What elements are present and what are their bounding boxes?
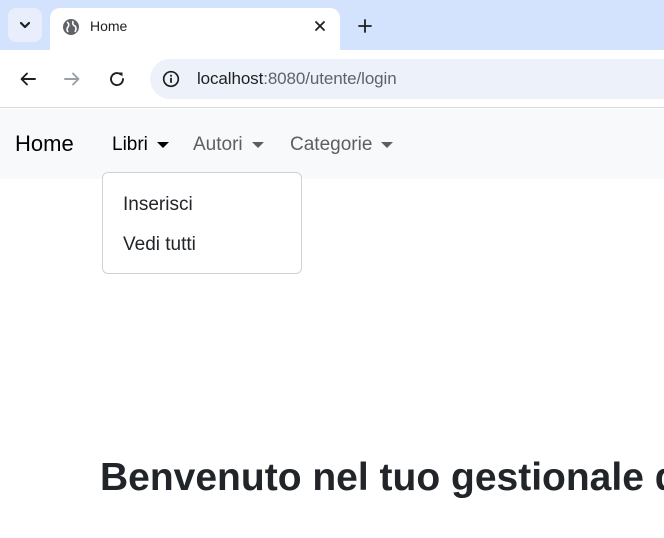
- site-info-button[interactable]: [160, 68, 182, 90]
- nav-dropdown-categorie[interactable]: Categorie: [290, 134, 394, 156]
- address-bar[interactable]: localhost:8080/utente/login: [150, 59, 664, 99]
- url-text[interactable]: localhost:8080/utente/login: [197, 69, 397, 89]
- close-icon: [315, 21, 325, 31]
- chevron-down-icon: [19, 21, 31, 29]
- nav-label-categorie: Categorie: [290, 134, 373, 155]
- info-icon: [162, 70, 180, 88]
- libri-dropdown-menu: Inserisci Vedi tutti: [102, 172, 302, 274]
- site-navbar: Home Libri Autori Categorie: [0, 109, 664, 179]
- browser-tab[interactable]: Home: [50, 8, 340, 50]
- tab-title: Home: [90, 18, 128, 34]
- plus-icon: [358, 19, 372, 33]
- nav-label-libri: Libri: [112, 134, 148, 155]
- url-host: localhost: [197, 69, 264, 88]
- new-tab-button[interactable]: [352, 13, 378, 39]
- tab-search-button[interactable]: [8, 8, 42, 42]
- reload-icon: [110, 72, 124, 86]
- url-path: :8080/utente/login: [263, 69, 397, 88]
- tab-close-button[interactable]: [312, 18, 328, 34]
- arrow-right-icon: [64, 72, 80, 86]
- forward-button[interactable]: [60, 67, 84, 91]
- welcome-heading: Benvenuto nel tuo gestionale d: [100, 456, 664, 499]
- nav-dropdown-libri[interactable]: Libri: [112, 134, 169, 156]
- globe-icon: [63, 19, 79, 35]
- reload-button[interactable]: [105, 67, 129, 91]
- dropdown-item-vedi-tutti[interactable]: Vedi tutti: [123, 234, 196, 256]
- nav-dropdown-autori[interactable]: Autori: [193, 134, 264, 156]
- caret-down-icon: [156, 142, 169, 148]
- caret-down-icon: [251, 142, 264, 148]
- back-button[interactable]: [16, 67, 40, 91]
- dropdown-item-inserisci[interactable]: Inserisci: [123, 194, 193, 216]
- browser-tabstrip: Home: [0, 0, 664, 50]
- browser-toolbar: localhost:8080/utente/login: [0, 50, 664, 108]
- nav-label-autori: Autori: [193, 134, 243, 155]
- navbar-brand[interactable]: Home: [15, 131, 74, 157]
- arrow-left-icon: [20, 72, 36, 86]
- caret-down-icon: [381, 142, 394, 148]
